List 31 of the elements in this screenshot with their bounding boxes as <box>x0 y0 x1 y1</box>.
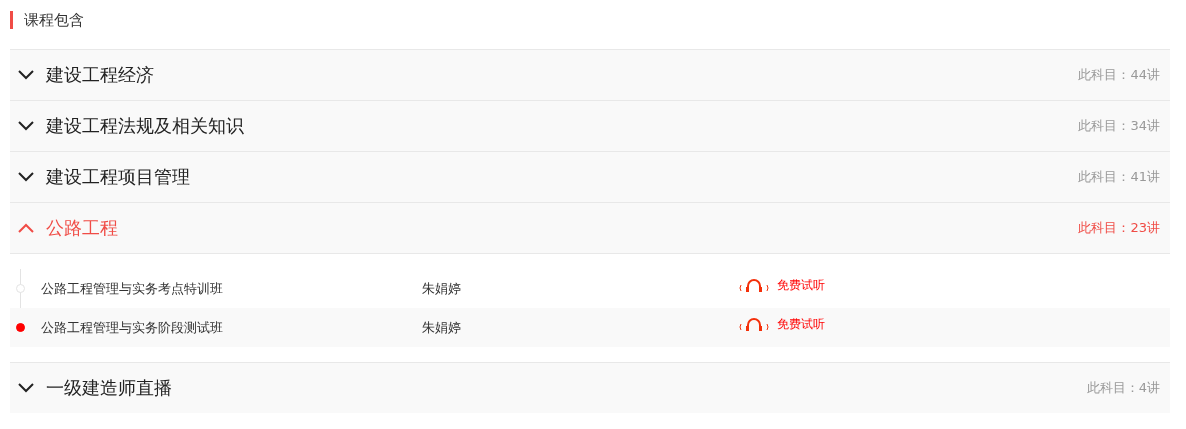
subject-name: 建设工程项目管理 <box>46 165 190 189</box>
chevron-icon <box>18 70 34 80</box>
subject-name: 建设工程经济 <box>46 63 154 87</box>
chevron-icon <box>18 223 34 233</box>
section-title: 课程包含 <box>24 10 84 30</box>
lecture-count: 此科目：34讲 <box>1078 117 1160 135</box>
lecture-count: 此科目：44讲 <box>1078 66 1160 84</box>
headphones-icon <box>738 317 770 332</box>
chevron-icon <box>18 383 34 393</box>
lecture-count: 此科目：23讲 <box>1078 219 1160 237</box>
lesson-row[interactable]: 公路工程管理与实务阶段测试班 朱娟婷 免费试听 <box>10 308 1170 347</box>
subject-name: 建设工程法规及相关知识 <box>46 114 244 138</box>
subject-header[interactable]: 建设工程法规及相关知识 此科目：34讲 <box>10 100 1170 151</box>
lesson-row[interactable]: 公路工程管理与实务考点特训班 朱娟婷 免费试听 <box>10 269 1170 308</box>
teacher-name: 朱娟婷 <box>422 279 462 298</box>
chevron-icon <box>18 172 34 182</box>
subject-header[interactable]: 一级建造师直播 此科目：4讲 <box>10 362 1170 413</box>
subject-name: 公路工程 <box>46 216 118 240</box>
subject-header[interactable]: 公路工程 此科目：23讲 <box>10 202 1170 254</box>
chevron-icon <box>18 121 34 131</box>
lecture-count: 此科目：4讲 <box>1086 379 1160 397</box>
lecture-count: 此科目：41讲 <box>1078 168 1160 186</box>
subject-name: 一级建造师直播 <box>46 376 172 400</box>
teacher-name: 朱娟婷 <box>422 318 462 337</box>
free-trial-link[interactable]: 免费试听 <box>777 277 825 294</box>
subject-header[interactable]: 建设工程经济 此科目：44讲 <box>10 49 1170 100</box>
lesson-title: 公路工程管理与实务考点特训班 <box>41 279 224 298</box>
lesson-title: 公路工程管理与实务阶段测试班 <box>41 318 224 337</box>
free-trial-link[interactable]: 免费试听 <box>777 316 825 333</box>
headphones-icon <box>738 278 770 293</box>
subject-header[interactable]: 建设工程项目管理 此科目：41讲 <box>10 151 1170 202</box>
